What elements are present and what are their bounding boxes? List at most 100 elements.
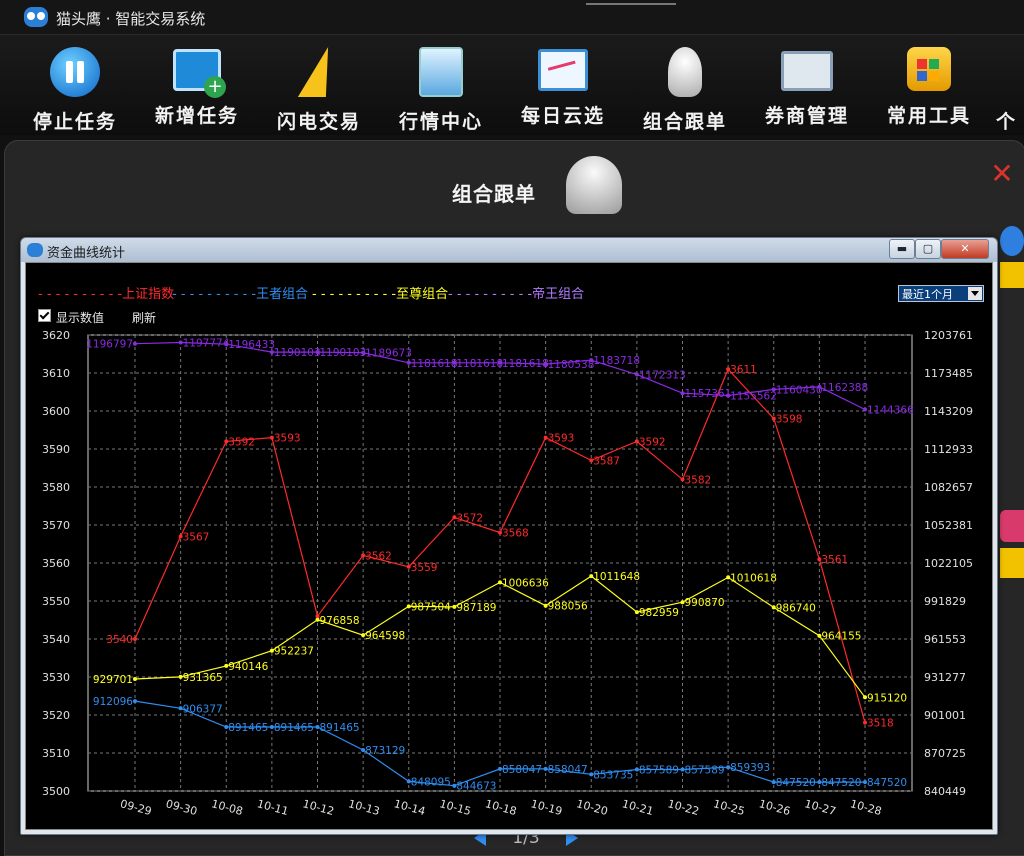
data-point [133, 699, 137, 704]
x-axis-tick-label: 10-18 [484, 797, 518, 818]
data-label: 847520 [821, 777, 861, 789]
left-axis-tick-label: 3520 [42, 709, 70, 722]
left-axis-tick-label: 3540 [42, 633, 70, 646]
x-axis-tick-label: 10-28 [849, 797, 883, 818]
toolbar-broker-management[interactable]: 券商管理 [752, 41, 862, 128]
toolbar-market-center[interactable]: 行情中心 [386, 41, 496, 134]
data-label: 3518 [867, 718, 894, 730]
data-label: 1196433 [228, 339, 275, 351]
data-label: 1010618 [730, 572, 777, 584]
data-label: 847520 [776, 777, 816, 789]
data-label: 3562 [365, 550, 392, 562]
data-label: 906377 [183, 703, 223, 715]
show-values-checkbox[interactable] [38, 309, 51, 322]
x-axis-tick-label: 10-13 [347, 797, 381, 818]
data-label: 1196797 [86, 339, 133, 351]
toolbar-label: 个 [996, 111, 1018, 133]
data-point [133, 676, 137, 681]
pie-icon[interactable] [1000, 226, 1024, 256]
maximize-button[interactable]: ▢ [915, 239, 941, 259]
main-toolbar: 停止任务 新增任务 闪电交易 行情中心 每日云选 组合跟单 券商管理 常用工具 … [0, 35, 1024, 135]
chevron-down-icon[interactable] [968, 287, 982, 300]
close-icon[interactable]: ✕ [988, 160, 1016, 188]
data-label: 1190103 [320, 347, 367, 359]
toolbar-new-task[interactable]: 新增任务 [142, 41, 252, 128]
data-label: 857589 [685, 764, 725, 776]
data-label: 986740 [776, 602, 816, 614]
window-grip[interactable] [586, 3, 676, 5]
toolbar-portfolio-follow[interactable]: 组合跟单 [630, 41, 740, 134]
data-label: 1180538 [548, 359, 595, 371]
data-point [133, 637, 137, 641]
x-axis-tick-label: 10-15 [438, 797, 472, 818]
panel-title: 组合跟单 [452, 182, 536, 206]
toolbar-stop-task[interactable]: 停止任务 [20, 41, 130, 134]
minimize-button[interactable]: ▬ [889, 239, 915, 259]
data-label: 976858 [320, 615, 360, 627]
broker-monitor-icon [781, 51, 833, 91]
left-axis-tick-label: 3590 [42, 443, 70, 456]
refresh-button[interactable]: 刷新 [132, 309, 156, 326]
period-select[interactable]: 最近1个月 [898, 285, 984, 302]
x-axis-tick-label: 10-27 [803, 797, 837, 818]
app-titlebar: 猫头鹰 · 智能交易系统 [0, 0, 1024, 35]
data-label: 912096 [93, 696, 133, 708]
data-label: 857589 [639, 764, 679, 776]
toolbar-label: 闪电交易 [276, 111, 361, 133]
legend-label: 上证指数 [122, 287, 175, 302]
toolbar-daily-picks[interactable]: 每日云选 [508, 41, 618, 128]
toolbar-label: 停止任务 [32, 111, 117, 133]
data-label: 3540 [106, 634, 133, 646]
data-label: 3568 [502, 528, 529, 540]
data-label: 844673 [456, 781, 496, 793]
window-titlebar[interactable]: 资金曲线统计 ▬ ▢ ✕ [21, 238, 997, 262]
data-label: 891465 [228, 722, 268, 734]
lightning-icon [294, 47, 344, 97]
x-axis-tick-label: 10-21 [621, 797, 655, 818]
data-label: 1011648 [593, 571, 640, 583]
legend-swatch: - - - - - - - - - - [38, 287, 123, 302]
data-label: 853735 [593, 769, 633, 781]
data-label: 1189673 [365, 348, 412, 360]
close-button[interactable]: ✕ [941, 239, 989, 259]
toolbar-common-tools[interactable]: 常用工具 [874, 41, 984, 128]
data-label: 964155 [821, 631, 861, 643]
left-axis-tick-label: 3530 [42, 671, 70, 684]
period-select-value: 最近1个月 [902, 288, 953, 301]
left-axis-tick-label: 3560 [42, 557, 70, 570]
right-axis-tick-label: 1143209 [924, 405, 973, 418]
owl-logo-icon [27, 243, 43, 257]
data-label: 987189 [456, 602, 496, 614]
data-label: 3592 [228, 436, 255, 448]
data-label: 3572 [456, 512, 483, 524]
data-label: 3592 [639, 436, 666, 448]
x-axis-tick-label: 10-12 [301, 797, 335, 818]
data-label: 3561 [821, 554, 848, 566]
data-label: 1181618 [411, 358, 458, 370]
show-values-label: 显示数值 [56, 311, 105, 325]
toolbar-flash-trade[interactable]: 闪电交易 [264, 41, 374, 134]
x-axis-tick-label: 10-25 [712, 797, 746, 818]
toolbar-more[interactable]: 个 [996, 41, 1024, 134]
data-label: 859393 [730, 762, 770, 774]
right-axis-tick-label: 961553 [924, 633, 966, 646]
legend-swatch: - - - - - - - - - - [448, 287, 533, 302]
data-label: 1190103 [274, 347, 321, 359]
side-tab[interactable] [1000, 510, 1024, 542]
data-label: 891465 [274, 722, 314, 734]
left-axis-tick-label: 3620 [42, 329, 70, 342]
data-label: 1162388 [821, 382, 868, 394]
data-label: 891465 [320, 722, 360, 734]
data-label: 1181618 [502, 358, 549, 370]
x-axis-tick-label: 10-26 [758, 797, 792, 818]
side-tab[interactable] [1000, 548, 1024, 578]
side-tab[interactable] [1000, 262, 1024, 288]
toolbar-label: 新增任务 [154, 105, 239, 127]
data-label: 940146 [228, 661, 268, 673]
legend-label: 王者组合 [256, 287, 309, 302]
x-axis-tick-label: 09-30 [164, 797, 198, 818]
fund-curve-chart: 3620 3610 3600 3590 3580 3570 3560 3550 3540 3530… [42, 329, 973, 818]
left-axis-tick-label: 3550 [42, 595, 70, 608]
monitor-add-icon [173, 49, 226, 98]
data-label: 3611 [730, 364, 757, 376]
